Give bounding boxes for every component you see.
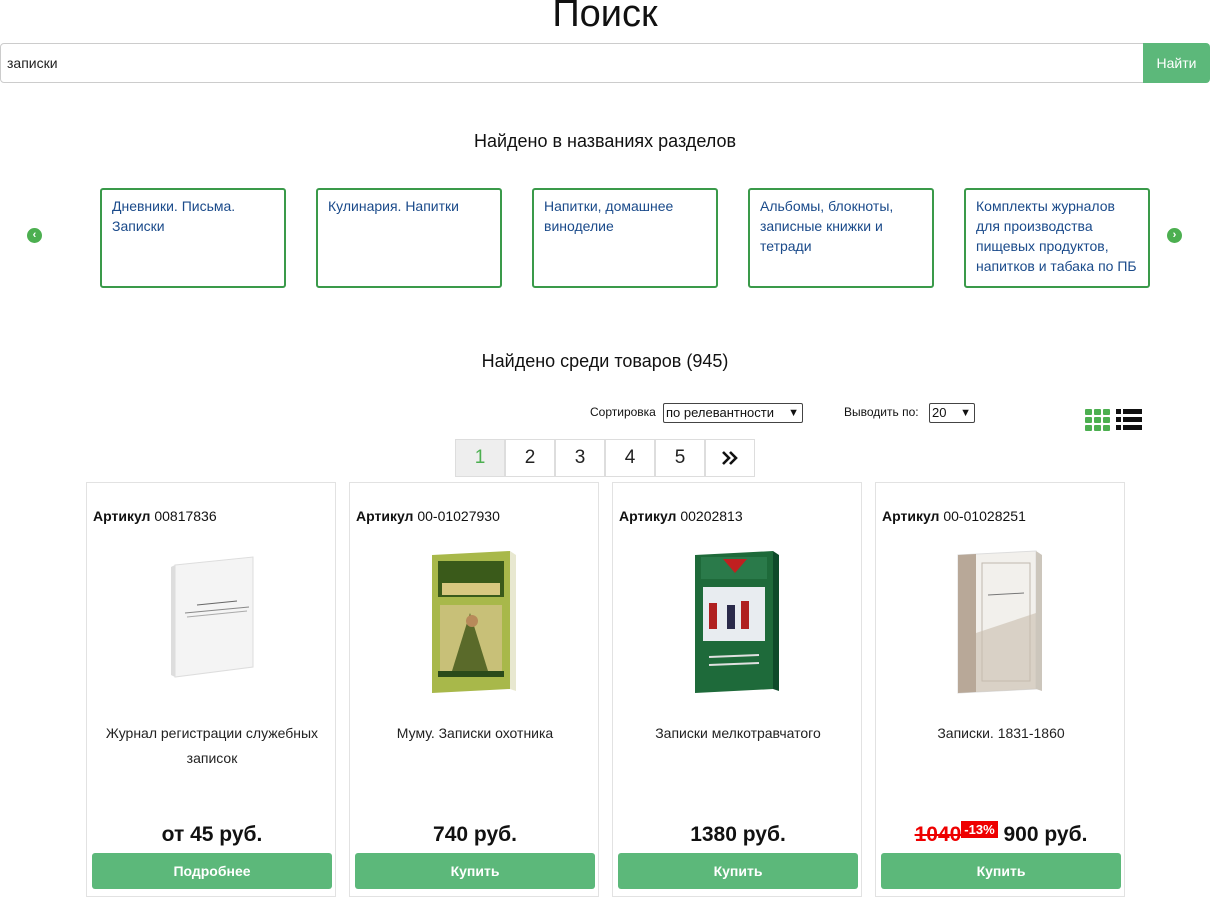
product-name[interactable]: Записки мелкотравчатого [623, 721, 853, 746]
page-button[interactable]: 5 [655, 439, 705, 477]
product-card: Артикул 00202813 Записки мелкотравчатого… [612, 482, 862, 897]
page-button[interactable]: 3 [555, 439, 605, 477]
chevron-down-icon: ▼ [960, 407, 971, 419]
product-card: Артикул 00-01027930 Муму. Записки охотни… [349, 482, 599, 897]
buy-button[interactable]: Купить [355, 853, 595, 889]
product-image[interactable] [420, 543, 530, 703]
product-price: 1380 руб. [690, 823, 786, 846]
sort-label: Сортировка [590, 405, 656, 419]
list-view-icon[interactable] [1116, 409, 1142, 433]
search-input[interactable] [0, 43, 1144, 83]
chevron-left-icon[interactable]: ‹ [27, 228, 42, 243]
product-price: от 45 руб. [161, 823, 263, 846]
categories-heading: Найдено в названиях разделов [473, 131, 737, 151]
product-sku: Артикул 00817836 [93, 508, 217, 524]
category-card[interactable]: Альбомы, блокноты, записные книжки и тет… [748, 188, 934, 288]
chevron-down-icon: ▼ [788, 407, 799, 419]
product-price: 740 руб. [433, 823, 517, 846]
category-card[interactable]: Кулинария. Напитки [316, 188, 502, 288]
sort-select[interactable]: по релевантности ▼ [663, 403, 803, 423]
discount-badge: -13% [961, 821, 998, 838]
perpage-select-value: 20 [932, 405, 947, 420]
product-price-row: 1040 -13% 900 руб. [876, 821, 1126, 847]
sort-select-value: по релевантности [666, 405, 774, 420]
page-button[interactable]: 4 [605, 439, 655, 477]
double-chevron-right-icon[interactable] [705, 439, 755, 477]
product-image[interactable] [946, 543, 1056, 703]
product-card: Артикул 00-01028251 Записки. 1831-1860 1… [875, 482, 1125, 897]
buy-button[interactable]: Купить [881, 853, 1121, 889]
product-sku: Артикул 00202813 [619, 508, 743, 524]
product-image[interactable] [157, 543, 267, 703]
page-button-current[interactable]: 1 [455, 439, 505, 477]
category-card[interactable]: Комплекты журналов для производства пище… [964, 188, 1150, 288]
product-image[interactable] [683, 543, 793, 703]
perpage-label: Выводить по: [844, 405, 919, 419]
page-title: Поиск [552, 0, 658, 35]
product-sku: Артикул 00-01028251 [882, 508, 1026, 524]
details-button[interactable]: Подробнее [92, 853, 332, 889]
product-name[interactable]: Записки. 1831-1860 [886, 721, 1116, 746]
perpage-select[interactable]: 20 ▼ [929, 403, 975, 423]
page-button[interactable]: 2 [505, 439, 555, 477]
pagination: 1 2 3 4 5 [455, 439, 755, 477]
product-name[interactable]: Муму. Записки охотника [360, 721, 590, 746]
products-heading: Найдено среди товаров (945) [481, 351, 729, 371]
product-sku: Артикул 00-01027930 [356, 508, 500, 524]
product-price: 900 руб. [1003, 823, 1088, 846]
category-card[interactable]: Дневники. Письма. Записки [100, 188, 286, 288]
buy-button[interactable]: Купить [618, 853, 858, 889]
search-button[interactable]: Найти [1143, 43, 1210, 83]
search-bar: Найти [0, 43, 1210, 83]
category-card[interactable]: Напитки, домашнее виноделие [532, 188, 718, 288]
product-name[interactable]: Журнал регистрации служебных записок [97, 721, 327, 771]
chevron-right-icon[interactable]: › [1167, 228, 1182, 243]
grid-view-icon[interactable] [1085, 409, 1111, 433]
product-card: Артикул 00817836 Журнал регистрации служ… [86, 482, 336, 897]
old-price: 1040 [914, 823, 962, 846]
